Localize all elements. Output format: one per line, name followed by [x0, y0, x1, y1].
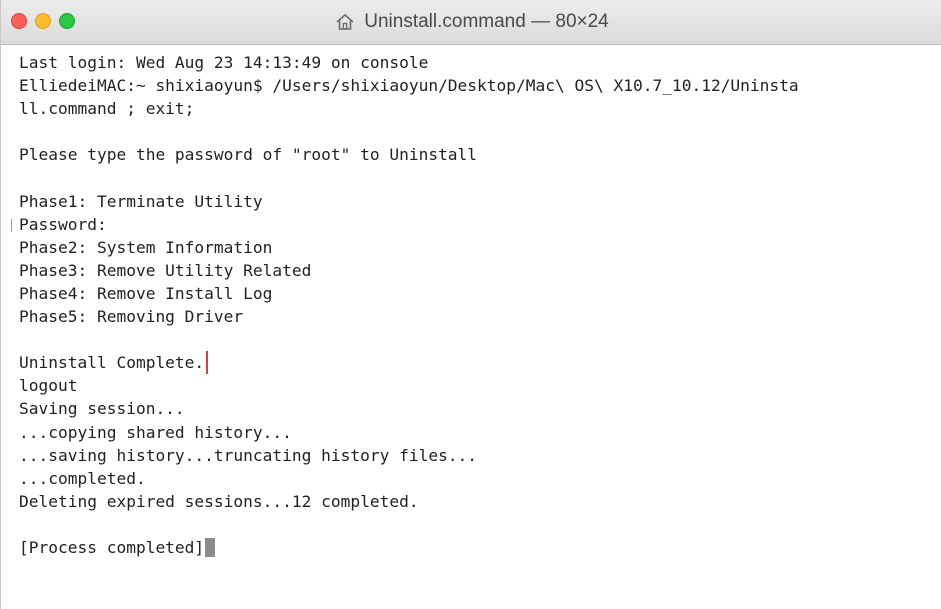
terminal-line: Last login: Wed Aug 23 14:13:49 on conso… — [19, 53, 429, 72]
terminal-line: Phase5: Removing Driver — [19, 307, 244, 327]
process-completed-line: [Process completed] — [19, 536, 941, 559]
terminal-line: Saving session... — [19, 399, 185, 419]
terminal-output[interactable]: Last login: Wed Aug 23 14:13:49 on conso… — [19, 51, 941, 609]
terminal-line: ...copying shared history... — [19, 422, 292, 442]
terminal-line: Phase3: Remove Utility Related — [19, 260, 312, 280]
window-title-area: Uninstall.command — 80×24 — [1, 0, 941, 44]
terminal-line: ...completed. — [19, 468, 146, 488]
uninstall-complete-line: Uninstall Complete. — [19, 351, 941, 375]
terminal-line: Password: — [19, 214, 107, 234]
terminal-cursor — [205, 537, 216, 557]
terminal-line: Please type the password of "root" to Un… — [19, 145, 478, 165]
terminal-line: logout — [19, 376, 78, 396]
terminal-line: Phase1: Terminate Utility — [19, 191, 263, 211]
terminal-window: Uninstall.command — 80×24 Last login: We… — [0, 0, 941, 609]
terminal-line: Deleting expired sessions...12 completed… — [19, 491, 419, 511]
terminal-line: Phase2: System Information — [19, 237, 273, 257]
terminal-line: ...saving history...truncating history f… — [19, 445, 478, 465]
text-cursor-mark — [11, 219, 15, 232]
terminal-line: ll.command ; exit; — [19, 99, 195, 119]
highlight-box: Uninstall Complete. — [19, 351, 209, 375]
window-title: Uninstall.command — 80×24 — [364, 11, 609, 32]
terminal-line: Phase4: Remove Install Log — [19, 283, 273, 303]
terminal-line: ElliedeiMAC:~ shixiaoyun$ /Users/shixiao… — [19, 76, 799, 96]
process-completed-text: [Process completed] — [19, 537, 205, 557]
title-bar[interactable]: Uninstall.command — 80×24 — [1, 0, 941, 45]
home-icon — [334, 11, 356, 33]
